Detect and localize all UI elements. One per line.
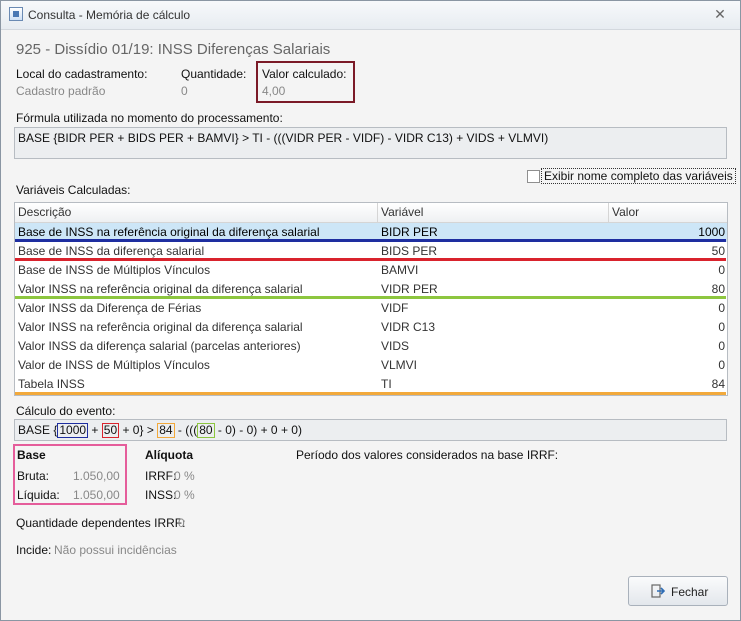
calc-part: + 0} >: [122, 423, 154, 437]
close-icon[interactable]: ✕: [712, 6, 728, 22]
bruta-label: Bruta:: [17, 469, 50, 483]
column-header-variavel[interactable]: Variável: [378, 203, 609, 222]
cell-variavel: TI: [381, 377, 392, 391]
calc-part: +: [91, 423, 99, 437]
app-window-icon: [9, 7, 23, 21]
valor-value: 4,00: [262, 84, 286, 98]
column-header-valor[interactable]: Valor: [609, 203, 727, 222]
table-header: Descrição Variável Valor: [15, 203, 727, 223]
quantidade-label: Quantidade:: [181, 67, 247, 81]
table-row[interactable]: Valor INSS na referência original da dif…: [15, 318, 727, 337]
cell-descricao: Valor INSS da Diferença de Férias: [18, 301, 202, 315]
base-title: Base: [17, 448, 46, 462]
window-title: Consulta - Memória de cálculo: [28, 8, 191, 22]
variables-label: Variáveis Calculadas:: [16, 183, 131, 197]
calc-part: - (((: [177, 423, 198, 437]
variables-table[interactable]: Descrição Variável Valor Base de INSS na…: [14, 202, 728, 396]
close-button-label: Fechar: [671, 585, 709, 599]
cell-variavel: VIDF: [381, 301, 409, 315]
table-row[interactable]: Valor de INSS de Múltiplos Vínculos VLMV…: [15, 356, 727, 375]
irrf-label: IRRF:: [145, 469, 177, 483]
cell-valor: 84: [711, 377, 725, 391]
column-header-descricao[interactable]: Descrição: [15, 203, 378, 222]
inss-value: 0 %: [174, 488, 195, 502]
formula-text: BASE {BIDR PER + BIDS PER + BAMVI} > TI …: [18, 131, 549, 145]
calculo-field[interactable]: BASE {1000 + 50 + 0} > 84 - (((80 - 0) -…: [14, 419, 727, 441]
cell-descricao: Valor INSS na referência original da dif…: [18, 320, 303, 334]
cell-variavel: VIDS: [381, 339, 410, 353]
calc-value-orange: 84: [157, 423, 175, 438]
cell-descricao: Valor INSS da diferença salarial (parcel…: [18, 339, 301, 353]
orange-underline: [15, 392, 726, 395]
quantidade-value: 0: [181, 84, 188, 98]
show-full-names-label[interactable]: Exibir nome completo das variáveis: [541, 168, 736, 184]
calculo-label: Cálculo do evento:: [16, 404, 116, 418]
cell-valor: 0: [718, 339, 725, 353]
calculation-memory-window: Consulta - Memória de cálculo ✕ 925 - Di…: [0, 0, 741, 621]
table-row[interactable]: Valor INSS da diferença salarial (parcel…: [15, 337, 727, 356]
show-full-names-checkbox[interactable]: [527, 170, 540, 183]
cell-valor: 0: [718, 320, 725, 334]
calculo-expression: BASE {1000 + 50 + 0} > 84 - (((80 - 0) -…: [18, 423, 302, 438]
close-button[interactable]: Fechar: [628, 576, 728, 606]
cell-descricao: Base de INSS de Múltiplos Vínculos: [18, 263, 211, 277]
cell-valor: 0: [718, 301, 725, 315]
irrf-value: 0 %: [174, 469, 195, 483]
cell-descricao: Valor de INSS de Múltiplos Vínculos: [18, 358, 210, 372]
incide-value: Não possui incidências: [54, 543, 177, 557]
dependentes-label: Quantidade dependentes IRRF:: [16, 516, 186, 530]
table-row[interactable]: Base de INSS de Múltiplos Vínculos BAMVI…: [15, 261, 727, 280]
cell-valor: 0: [718, 358, 725, 372]
local-label: Local do cadastramento:: [16, 67, 148, 81]
cell-variavel: VLMVI: [381, 358, 418, 372]
calc-value-blue: 1000: [57, 423, 89, 438]
liquida-value: 1.050,00: [73, 488, 120, 502]
exit-door-icon: [651, 584, 665, 598]
cell-variavel: VIDR C13: [381, 320, 436, 334]
calc-value-green: 80: [197, 423, 215, 438]
inss-label: INSS:: [145, 488, 177, 502]
formula-label: Fórmula utilizada no momento do processa…: [16, 111, 283, 125]
title-bar: Consulta - Memória de cálculo ✕: [1, 1, 740, 30]
table-row[interactable]: Valor INSS da Diferença de Férias VIDF 0: [15, 299, 727, 318]
dependentes-value: 0: [178, 516, 185, 530]
cell-variavel: BAMVI: [381, 263, 419, 277]
bruta-value: 1.050,00: [73, 469, 120, 483]
calc-value-red: 50: [101, 423, 120, 438]
calc-part: BASE {: [18, 423, 58, 437]
periodo-label: Período dos valores considerados na base…: [296, 448, 559, 462]
liquida-label: Líquida:: [17, 488, 60, 502]
cell-descricao: Tabela INSS: [18, 377, 85, 391]
formula-field[interactable]: BASE {BIDR PER + BIDS PER + BAMVI} > TI …: [14, 127, 727, 159]
aliquota-title: Alíquota: [145, 448, 193, 462]
page-title: 925 - Dissídio 01/19: INSS Diferenças Sa…: [16, 41, 331, 58]
calc-part: - 0) - 0) + 0 + 0): [217, 423, 302, 437]
local-value: Cadastro padrão: [16, 84, 106, 98]
valor-label: Valor calculado:: [262, 67, 347, 81]
cell-valor: 0: [718, 263, 725, 277]
incide-label: Incide:: [16, 543, 52, 557]
